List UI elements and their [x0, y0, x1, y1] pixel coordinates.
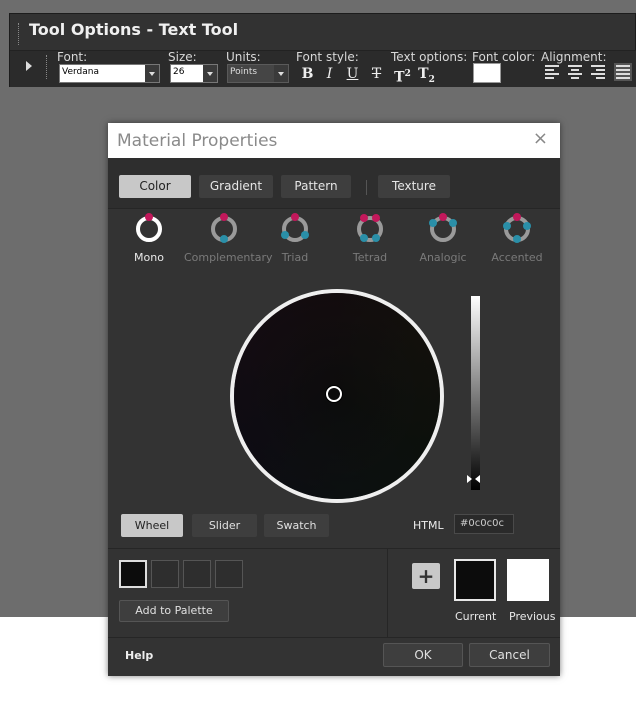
- tetrad-harmony-icon: [357, 214, 383, 242]
- superscript-mark: 2: [404, 69, 411, 79]
- font-color-label: Font color:: [472, 50, 536, 64]
- palette-slot-3[interactable]: [183, 560, 211, 588]
- divider: [108, 637, 560, 638]
- brightness-slider[interactable]: [471, 296, 480, 490]
- tab-texture[interactable]: Texture: [378, 175, 450, 198]
- tab-color[interactable]: Color: [119, 175, 191, 198]
- harmony-label: Mono: [134, 251, 164, 264]
- size-dropdown[interactable]: 26: [170, 64, 218, 83]
- strikethrough-button[interactable]: T: [367, 64, 386, 84]
- text-options-label: Text options:: [391, 50, 468, 64]
- close-icon[interactable]: ×: [533, 128, 548, 149]
- font-label: Font:: [57, 50, 88, 64]
- font-style-label: Font style:: [296, 50, 359, 64]
- wheel-mode-button[interactable]: Wheel: [121, 514, 183, 537]
- current-color-swatch: [454, 559, 496, 601]
- palette-slot-2[interactable]: [151, 560, 179, 588]
- current-label: Current: [455, 610, 497, 623]
- expand-arrow-icon[interactable]: [26, 61, 32, 71]
- help-link[interactable]: Help: [125, 649, 153, 662]
- add-to-palette-button[interactable]: Add to Palette: [119, 600, 229, 622]
- palette-slot-4[interactable]: [215, 560, 243, 588]
- swatch-mode-button[interactable]: Swatch: [264, 514, 329, 537]
- harmony-tetrad[interactable]: Tetrad: [330, 214, 410, 264]
- harmony-label: Complementary: [184, 251, 273, 264]
- italic-button[interactable]: I: [320, 64, 339, 84]
- font-color-swatch[interactable]: [473, 63, 501, 83]
- superscript-letter: T: [394, 69, 405, 86]
- tab-separator: [366, 180, 367, 195]
- chevron-down-icon: [145, 65, 159, 82]
- mono-harmony-icon: [136, 213, 162, 242]
- previous-label: Previous: [509, 610, 556, 623]
- tab-pattern[interactable]: Pattern: [281, 175, 351, 198]
- accented-harmony-icon: [503, 213, 531, 243]
- harmony-triad[interactable]: Triad: [255, 213, 335, 264]
- tool-options-panel: Tool Options - Text Tool Font: Verdana S…: [9, 13, 636, 87]
- dialog-title-bar: Material Properties ×: [108, 123, 560, 158]
- panel-grip[interactable]: [18, 23, 22, 45]
- slider-mode-button[interactable]: Slider: [192, 514, 257, 537]
- panel-title: Tool Options - Text Tool: [29, 20, 239, 39]
- align-justify-icon[interactable]: [614, 63, 632, 81]
- analogic-harmony-icon: [429, 213, 457, 242]
- align-right-icon[interactable]: [591, 65, 605, 79]
- tab-bar: Color Gradient Pattern Texture: [108, 158, 560, 209]
- harmony-analogic[interactable]: Analogic: [403, 213, 483, 264]
- tool-options-row: Font: Verdana Size: 26 Units: Points Fon…: [10, 50, 636, 87]
- tab-gradient[interactable]: Gradient: [199, 175, 273, 198]
- subscript-letter: T: [418, 66, 429, 82]
- harmony-accented[interactable]: Accented: [477, 213, 557, 264]
- html-color-input[interactable]: #0c0c0c: [454, 514, 514, 534]
- alignment-label: Alignment:: [541, 50, 607, 64]
- harmony-label: Accented: [491, 251, 543, 264]
- bold-button[interactable]: B: [298, 64, 317, 84]
- color-picker-handle[interactable]: [326, 386, 342, 402]
- row-grip[interactable]: [46, 55, 50, 79]
- units-label: Units:: [226, 50, 261, 64]
- triad-harmony-icon: [281, 213, 309, 242]
- subscript-mark: 2: [428, 74, 435, 85]
- chevron-down-icon: [274, 65, 288, 82]
- complementary-harmony-icon: [211, 213, 237, 243]
- font-dropdown[interactable]: Verdana: [59, 64, 160, 83]
- superscript-button[interactable]: T2: [393, 64, 412, 86]
- units-value: Points: [230, 67, 258, 77]
- ok-button[interactable]: OK: [383, 643, 463, 667]
- previous-color-swatch[interactable]: [507, 559, 549, 601]
- subscript-button[interactable]: T2: [417, 64, 436, 85]
- cancel-button[interactable]: Cancel: [469, 643, 550, 667]
- brightness-slider-thumb[interactable]: [467, 475, 480, 484]
- underline-button[interactable]: U: [343, 64, 362, 84]
- harmony-label: Analogic: [419, 251, 467, 264]
- harmony-label: Tetrad: [352, 251, 388, 264]
- size-value: 26: [173, 67, 185, 77]
- divider: [108, 548, 560, 549]
- harmony-mono[interactable]: Mono: [109, 213, 189, 264]
- html-label: HTML: [413, 519, 444, 532]
- divider: [387, 549, 388, 637]
- material-properties-dialog: Material Properties × Color Gradient Pat…: [108, 123, 560, 676]
- align-left-icon[interactable]: [545, 65, 559, 79]
- harmony-complementary[interactable]: Complementary: [184, 213, 273, 264]
- align-center-icon[interactable]: [568, 65, 582, 79]
- units-dropdown[interactable]: Points: [227, 64, 289, 83]
- add-color-button[interactable]: +: [412, 563, 440, 589]
- palette-slot-1[interactable]: [119, 560, 147, 588]
- chevron-down-icon: [203, 65, 217, 82]
- dialog-title: Material Properties: [117, 131, 278, 151]
- harmony-label: Triad: [281, 251, 309, 264]
- size-label: Size:: [168, 50, 197, 64]
- font-value: Verdana: [62, 67, 99, 77]
